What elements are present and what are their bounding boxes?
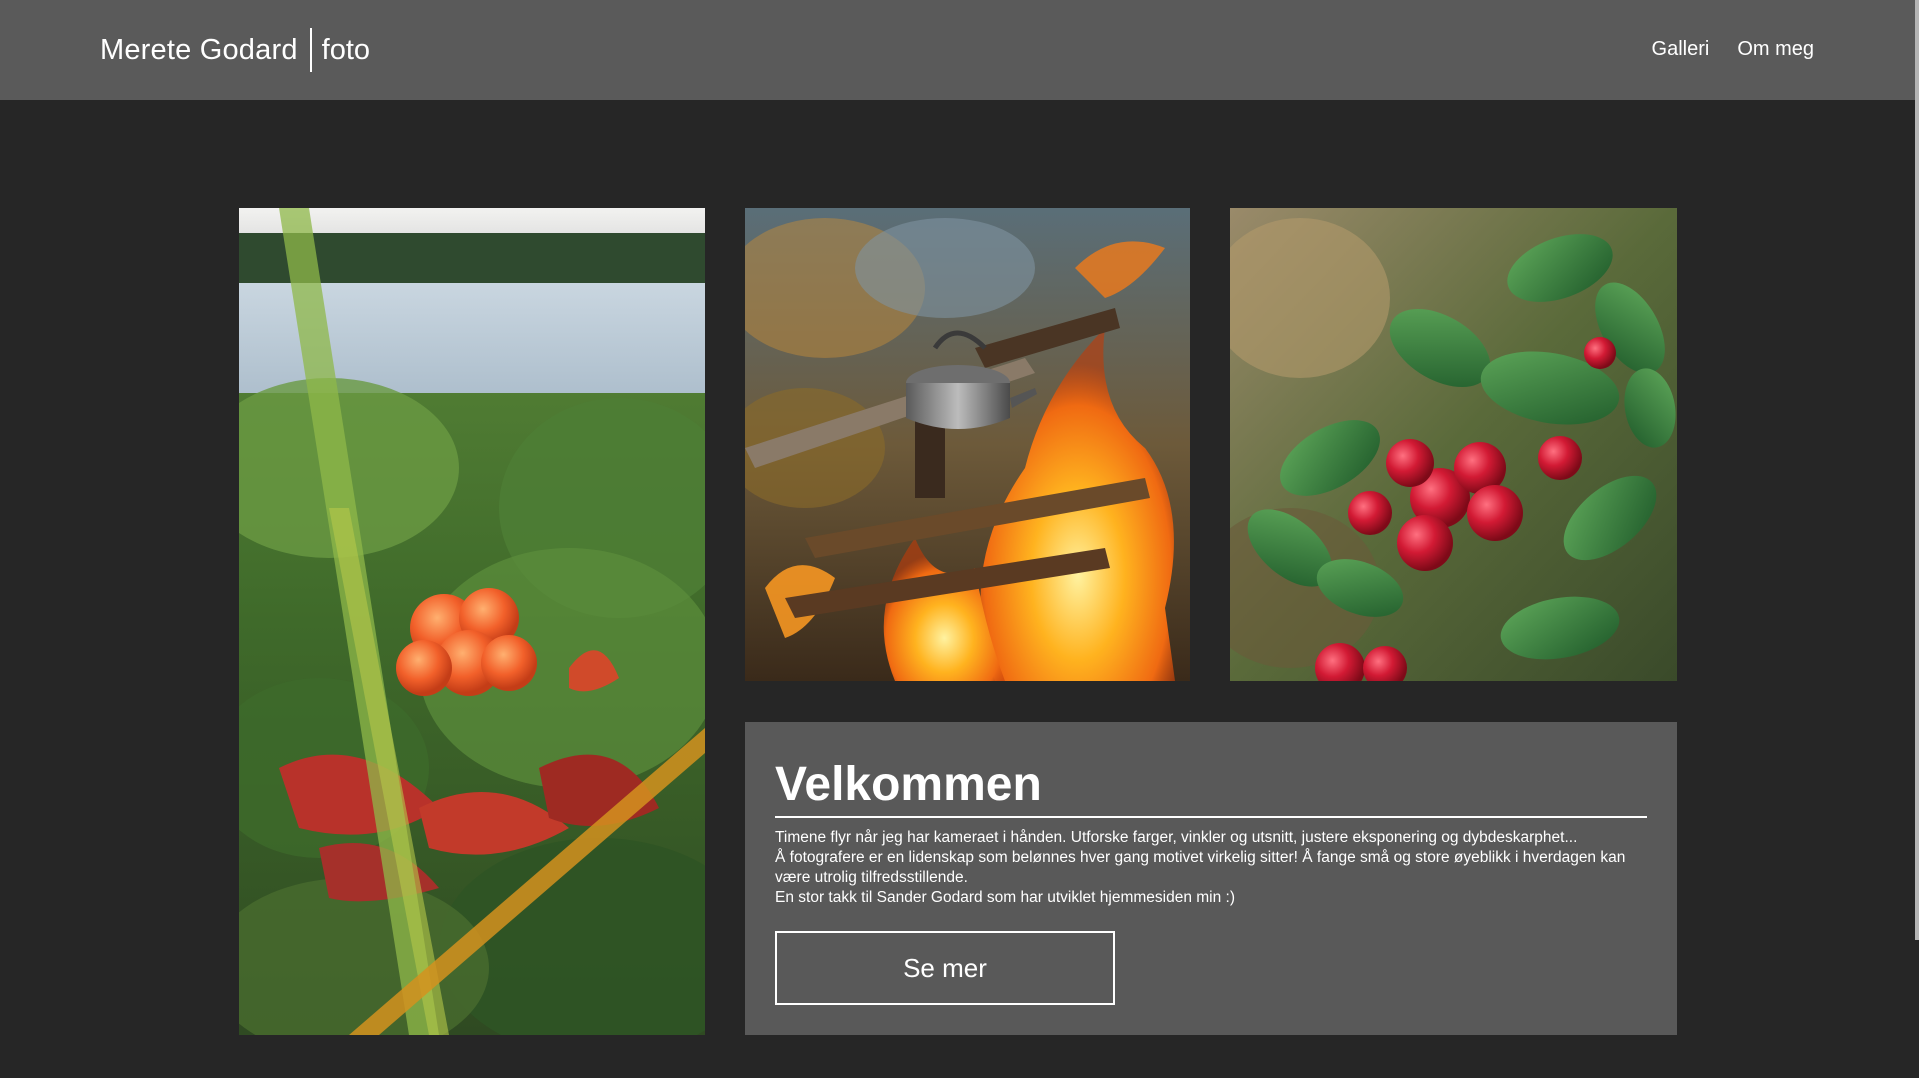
lingonberry-image xyxy=(1230,208,1677,681)
brand-subtitle: foto xyxy=(321,33,371,66)
welcome-paragraph: En stor takk til Sander Godard som har u… xyxy=(775,889,1236,906)
title-underline xyxy=(775,816,1647,818)
see-more-button[interactable]: Se mer xyxy=(775,931,1115,1005)
brand-divider xyxy=(309,28,312,72)
nav-link-galleri[interactable]: Galleri xyxy=(1652,38,1710,61)
nav-link-om-meg[interactable]: Om meg xyxy=(1737,38,1814,61)
brand-logo[interactable]: Merete Godard foto xyxy=(100,28,370,72)
site-header: Merete Godard foto Galleri Om meg xyxy=(0,0,1919,100)
campfire-image xyxy=(745,208,1190,681)
welcome-title: Velkommen xyxy=(775,758,1042,811)
welcome-paragraph: Timene flyr når jeg har kameraet i hånde… xyxy=(775,829,1578,846)
welcome-panel: Velkommen Timene flyr når jeg har kamera… xyxy=(745,722,1677,1035)
welcome-paragraph: Å fotografere er en lidenskap som belønn… xyxy=(775,849,1626,886)
main-nav: Galleri Om meg xyxy=(1652,38,1814,61)
photo-lingonberries[interactable] xyxy=(1230,208,1677,681)
page-scrollbar[interactable] xyxy=(1915,0,1919,940)
photo-cloudberry[interactable] xyxy=(239,208,705,1035)
welcome-text: Timene flyr når jeg har kameraet i hånde… xyxy=(775,828,1647,908)
photo-campfire[interactable] xyxy=(745,208,1190,681)
cloudberry-image xyxy=(239,208,705,1035)
brand-name: Merete Godard xyxy=(100,33,298,66)
